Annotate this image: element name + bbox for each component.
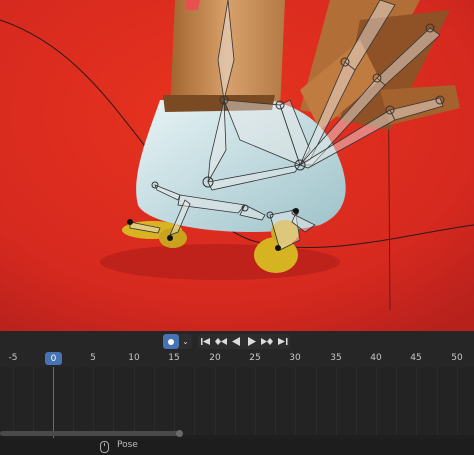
grid-line [194,367,195,435]
scrollbar-handle[interactable] [176,430,183,437]
jump-to-keyframe-prev-button[interactable] [213,334,228,349]
status-label: Pose [117,440,138,450]
play-reverse-icon [232,337,240,346]
jump-to-keyframe-next-icon [260,338,273,345]
grid-line [416,367,417,435]
grid-line [376,367,377,435]
leg-accent [185,0,200,10]
auto-keying-button[interactable] [163,334,179,349]
3d-viewport[interactable] [0,0,474,331]
grid-line [437,367,438,435]
grid-line [154,367,155,435]
auto-keying-menu-button[interactable]: ⌄ [179,334,192,349]
tick-label: 30 [289,353,301,363]
play-reverse-button[interactable] [229,334,244,349]
playback-button-group [198,334,290,349]
grid-line [93,367,94,435]
grid-line [33,367,34,435]
play-icon [248,337,256,346]
tick-label: 45 [410,353,422,363]
playhead-line[interactable] [53,367,54,438]
horizontal-scrollbar[interactable] [0,431,182,436]
viewport-scene [0,0,474,331]
tick-label: 10 [128,353,140,363]
jump-to-keyframe-prev-icon [214,338,227,345]
grid-line [113,367,114,435]
tick-label: 25 [249,353,261,363]
record-dot-icon [168,338,174,345]
jump-to-start-button[interactable] [198,334,213,349]
grid-line [275,367,276,435]
grid-line [295,367,296,435]
grid-line [457,367,458,435]
tick-label: 15 [168,353,180,363]
grid-line [316,367,317,435]
grid-line [396,367,397,435]
frame-ruler[interactable]: -5 5 10 15 20 25 30 35 40 45 50 [0,351,474,367]
grid-line [73,367,74,435]
jump-to-end-icon [277,338,287,345]
play-button[interactable] [244,334,259,349]
grid-line [235,367,236,435]
tick-label: 20 [209,353,221,363]
tick-label: 35 [330,353,342,363]
chevron-down-icon: ⌄ [182,337,189,346]
tick-label: -5 [8,353,18,363]
grid-line [13,367,14,435]
timeline-editor: ⌄ -5 5 10 15 20 25 30 35 40 45 50 0 Pose [0,331,474,455]
mouse-icon [100,441,109,453]
playback-controls: ⌄ [0,331,474,351]
tick-label: 5 [90,353,96,363]
grid-line [134,367,135,435]
grid-line [255,367,256,435]
grid-line [356,367,357,435]
tick-label: 50 [451,353,463,363]
grid-line [215,367,216,435]
grid-line [336,367,337,435]
current-frame-indicator[interactable]: 0 [45,352,62,365]
jump-to-end-button[interactable] [275,334,290,349]
floor-shadow [100,244,340,280]
tick-label: 40 [370,353,382,363]
status-bar: Pose [0,439,474,455]
jump-to-start-icon [200,338,210,345]
keyframe-area[interactable] [0,367,474,435]
grid-line [174,367,175,435]
jump-to-keyframe-next-button[interactable] [259,334,274,349]
